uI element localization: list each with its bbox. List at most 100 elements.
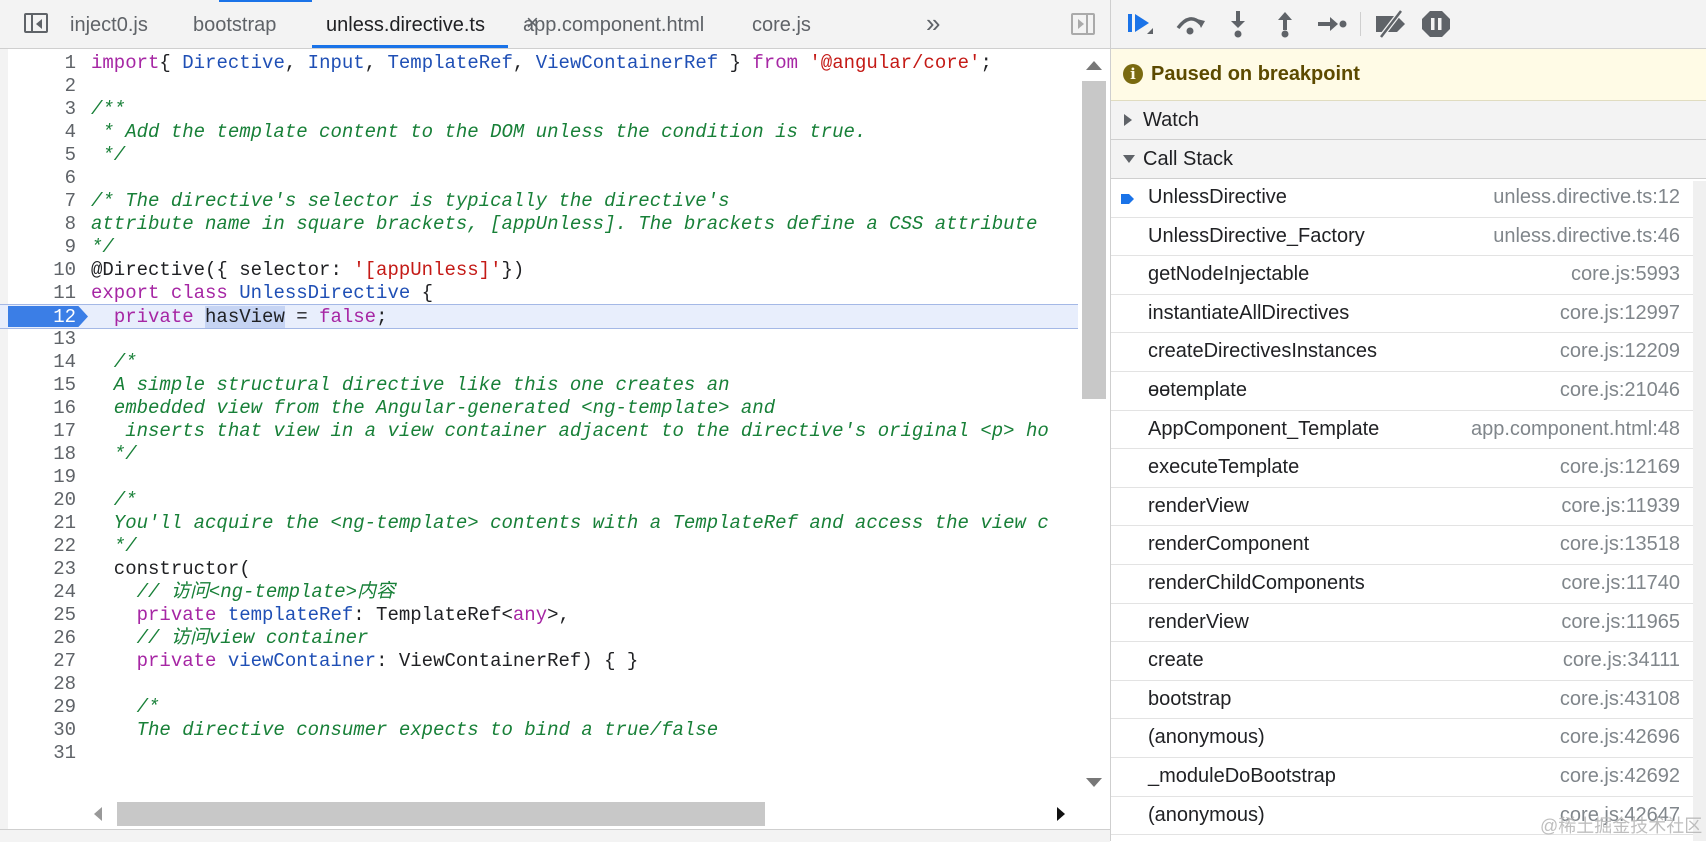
code-line[interactable]: 20 /* — [0, 488, 1078, 513]
line-number[interactable]: 14 — [20, 350, 76, 375]
scroll-left-icon[interactable] — [94, 807, 102, 821]
frame-location[interactable]: core.js:12997 — [1560, 302, 1680, 325]
code-line[interactable]: 23 constructor( — [0, 557, 1078, 582]
tab-bootstrap[interactable]: bootstrap — [193, 0, 276, 48]
code-line[interactable]: 6 — [0, 166, 1078, 191]
code-line[interactable]: 14 /* — [0, 350, 1078, 375]
call-frame[interactable]: UnlessDirective unless.directive.ts:12 — [1111, 179, 1706, 218]
line-number[interactable]: 30 — [20, 718, 76, 743]
code-line[interactable]: 7 /* The directive's selector is typicall… — [0, 189, 1078, 214]
code-line[interactable]: 1 import{ Directive, Input, TemplateRef, … — [0, 51, 1078, 76]
code-line[interactable]: 26 // 访问view container — [0, 626, 1078, 651]
line-number[interactable]: 3 — [20, 97, 76, 122]
scroll-thumb-horizontal[interactable] — [117, 802, 765, 826]
step-over-icon[interactable] — [1173, 8, 1209, 40]
line-number[interactable]: 9 — [20, 235, 76, 260]
editor-vertical-scrollbar[interactable] — [1078, 49, 1110, 811]
line-number[interactable]: 23 — [20, 557, 76, 582]
frame-location[interactable]: core.js:11740 — [1561, 572, 1680, 595]
call-frame[interactable]: ɵɵtemplate core.js:21046 — [1111, 372, 1706, 411]
call-frame[interactable]: executeTemplate core.js:12169 — [1111, 449, 1706, 488]
line-number[interactable]: 4 — [20, 120, 76, 145]
code-line[interactable]: 30 The directive consumer expects to bin… — [0, 718, 1078, 743]
line-number[interactable]: 26 — [20, 626, 76, 651]
deactivate-breakpoints-icon[interactable] — [1373, 8, 1409, 40]
code-line[interactable]: 29 /* — [0, 695, 1078, 720]
line-number[interactable]: 8 — [20, 212, 76, 237]
line-number[interactable]: 25 — [20, 603, 76, 628]
line-number[interactable]: 27 — [20, 649, 76, 674]
code-line[interactable]: 3 /** — [0, 97, 1078, 122]
frame-location[interactable]: core.js:11965 — [1561, 611, 1680, 634]
resume-icon[interactable] — [1125, 8, 1161, 40]
code-editor[interactable]: 1 import{ Directive, Input, TemplateRef, … — [0, 49, 1078, 811]
code-line[interactable]: 4 * Add the template content to the DOM … — [0, 120, 1078, 145]
code-line[interactable]: 22 */ — [0, 534, 1078, 559]
line-number[interactable]: 12 — [20, 305, 76, 330]
editor-horizontal-scrollbar[interactable] — [88, 799, 1078, 829]
line-number[interactable]: 15 — [20, 373, 76, 398]
frame-location[interactable]: core.js:5993 — [1571, 263, 1680, 286]
call-frame[interactable]: renderChildComponents core.js:11740 — [1111, 565, 1706, 604]
code-line[interactable]: 18 */ — [0, 442, 1078, 467]
line-number[interactable]: 16 — [20, 396, 76, 421]
frame-location[interactable]: core.js:42696 — [1560, 726, 1680, 749]
frame-location[interactable]: core.js:12169 — [1560, 456, 1680, 479]
code-line[interactable]: 8 attribute name in square brackets, [app… — [0, 212, 1078, 237]
code-line[interactable]: 28 — [0, 672, 1078, 697]
line-number[interactable]: 17 — [20, 419, 76, 444]
call-frame[interactable]: renderComponent core.js:13518 — [1111, 526, 1706, 565]
more-tabs-icon[interactable]: » — [926, 8, 941, 39]
line-number[interactable]: 7 — [20, 189, 76, 214]
line-number[interactable]: 29 — [20, 695, 76, 720]
frame-location[interactable]: unless.directive.ts:46 — [1493, 225, 1680, 248]
line-number[interactable]: 31 — [20, 741, 76, 766]
frame-location[interactable]: unless.directive.ts:12 — [1493, 186, 1680, 209]
frame-location[interactable]: core.js:12209 — [1560, 340, 1680, 363]
code-line[interactable]: 19 — [0, 465, 1078, 490]
line-number[interactable]: 13 — [20, 327, 76, 352]
call-frame[interactable]: AppComponent_Template app.component.html:… — [1111, 411, 1706, 450]
scroll-thumb[interactable] — [1082, 81, 1106, 399]
frame-location[interactable]: core.js:42692 — [1560, 765, 1680, 788]
tab-unless-directive-ts[interactable]: unless.directive.ts — [312, 0, 508, 48]
frame-location[interactable]: core.js:43108 — [1560, 688, 1680, 711]
line-number[interactable]: 28 — [20, 672, 76, 697]
frame-location[interactable]: core.js:11939 — [1561, 495, 1680, 518]
pause-on-exceptions-icon[interactable] — [1419, 8, 1455, 40]
tab-app-component-html[interactable]: app.component.html — [523, 0, 704, 48]
frame-location[interactable]: core.js:13518 — [1560, 533, 1680, 556]
step-into-icon[interactable] — [1221, 8, 1257, 40]
code-line[interactable]: 15 A simple structural directive like th… — [0, 373, 1078, 398]
call-frame[interactable]: UnlessDirective_Factory unless.directive.… — [1111, 218, 1706, 257]
code-line[interactable]: 10 @Directive({ selector: '[appUnless]'}) — [0, 258, 1078, 283]
code-line[interactable]: 27 private viewContainer: ViewContainerR… — [0, 649, 1078, 674]
line-number[interactable]: 10 — [20, 258, 76, 283]
tab-inject0-js[interactable]: inject0.js — [70, 0, 148, 48]
code-line[interactable]: 11 export class UnlessDirective { — [0, 281, 1078, 306]
call-frame[interactable]: createDirectivesInstances core.js:12209 — [1111, 333, 1706, 372]
line-number[interactable]: 11 — [20, 281, 76, 306]
call-frame[interactable]: renderView core.js:11939 — [1111, 488, 1706, 527]
frame-location[interactable]: core.js:34111 — [1563, 649, 1680, 672]
scroll-up-icon[interactable] — [1086, 61, 1102, 70]
call-frame[interactable]: bootstrap core.js:43108 — [1111, 681, 1706, 720]
call-frame[interactable]: create core.js:34111 — [1111, 642, 1706, 681]
code-line[interactable]: 24 // 访问<ng-template>内容 — [0, 580, 1078, 605]
line-number[interactable]: 20 — [20, 488, 76, 513]
line-number[interactable]: 5 — [20, 143, 76, 168]
code-line[interactable]: 17 inserts that view in a view container… — [0, 419, 1078, 444]
line-number[interactable]: 19 — [20, 465, 76, 490]
frame-location[interactable]: app.component.html:48 — [1471, 418, 1680, 441]
call-frame[interactable]: (anonymous) core.js:42696 — [1111, 719, 1706, 758]
line-number[interactable]: 21 — [20, 511, 76, 536]
call-frame[interactable]: instantiateAllDirectives core.js:12997 — [1111, 295, 1706, 334]
code-line[interactable]: 9 */ — [0, 235, 1078, 260]
code-line[interactable]: 31 — [0, 741, 1078, 766]
call-frame[interactable]: _moduleDoBootstrap core.js:42692 — [1111, 758, 1706, 797]
code-line[interactable]: 16 embedded view from the Angular-genera… — [0, 396, 1078, 421]
line-number[interactable]: 22 — [20, 534, 76, 559]
scroll-down-icon[interactable] — [1086, 778, 1102, 787]
step-out-icon[interactable] — [1268, 8, 1304, 40]
line-number[interactable]: 18 — [20, 442, 76, 467]
